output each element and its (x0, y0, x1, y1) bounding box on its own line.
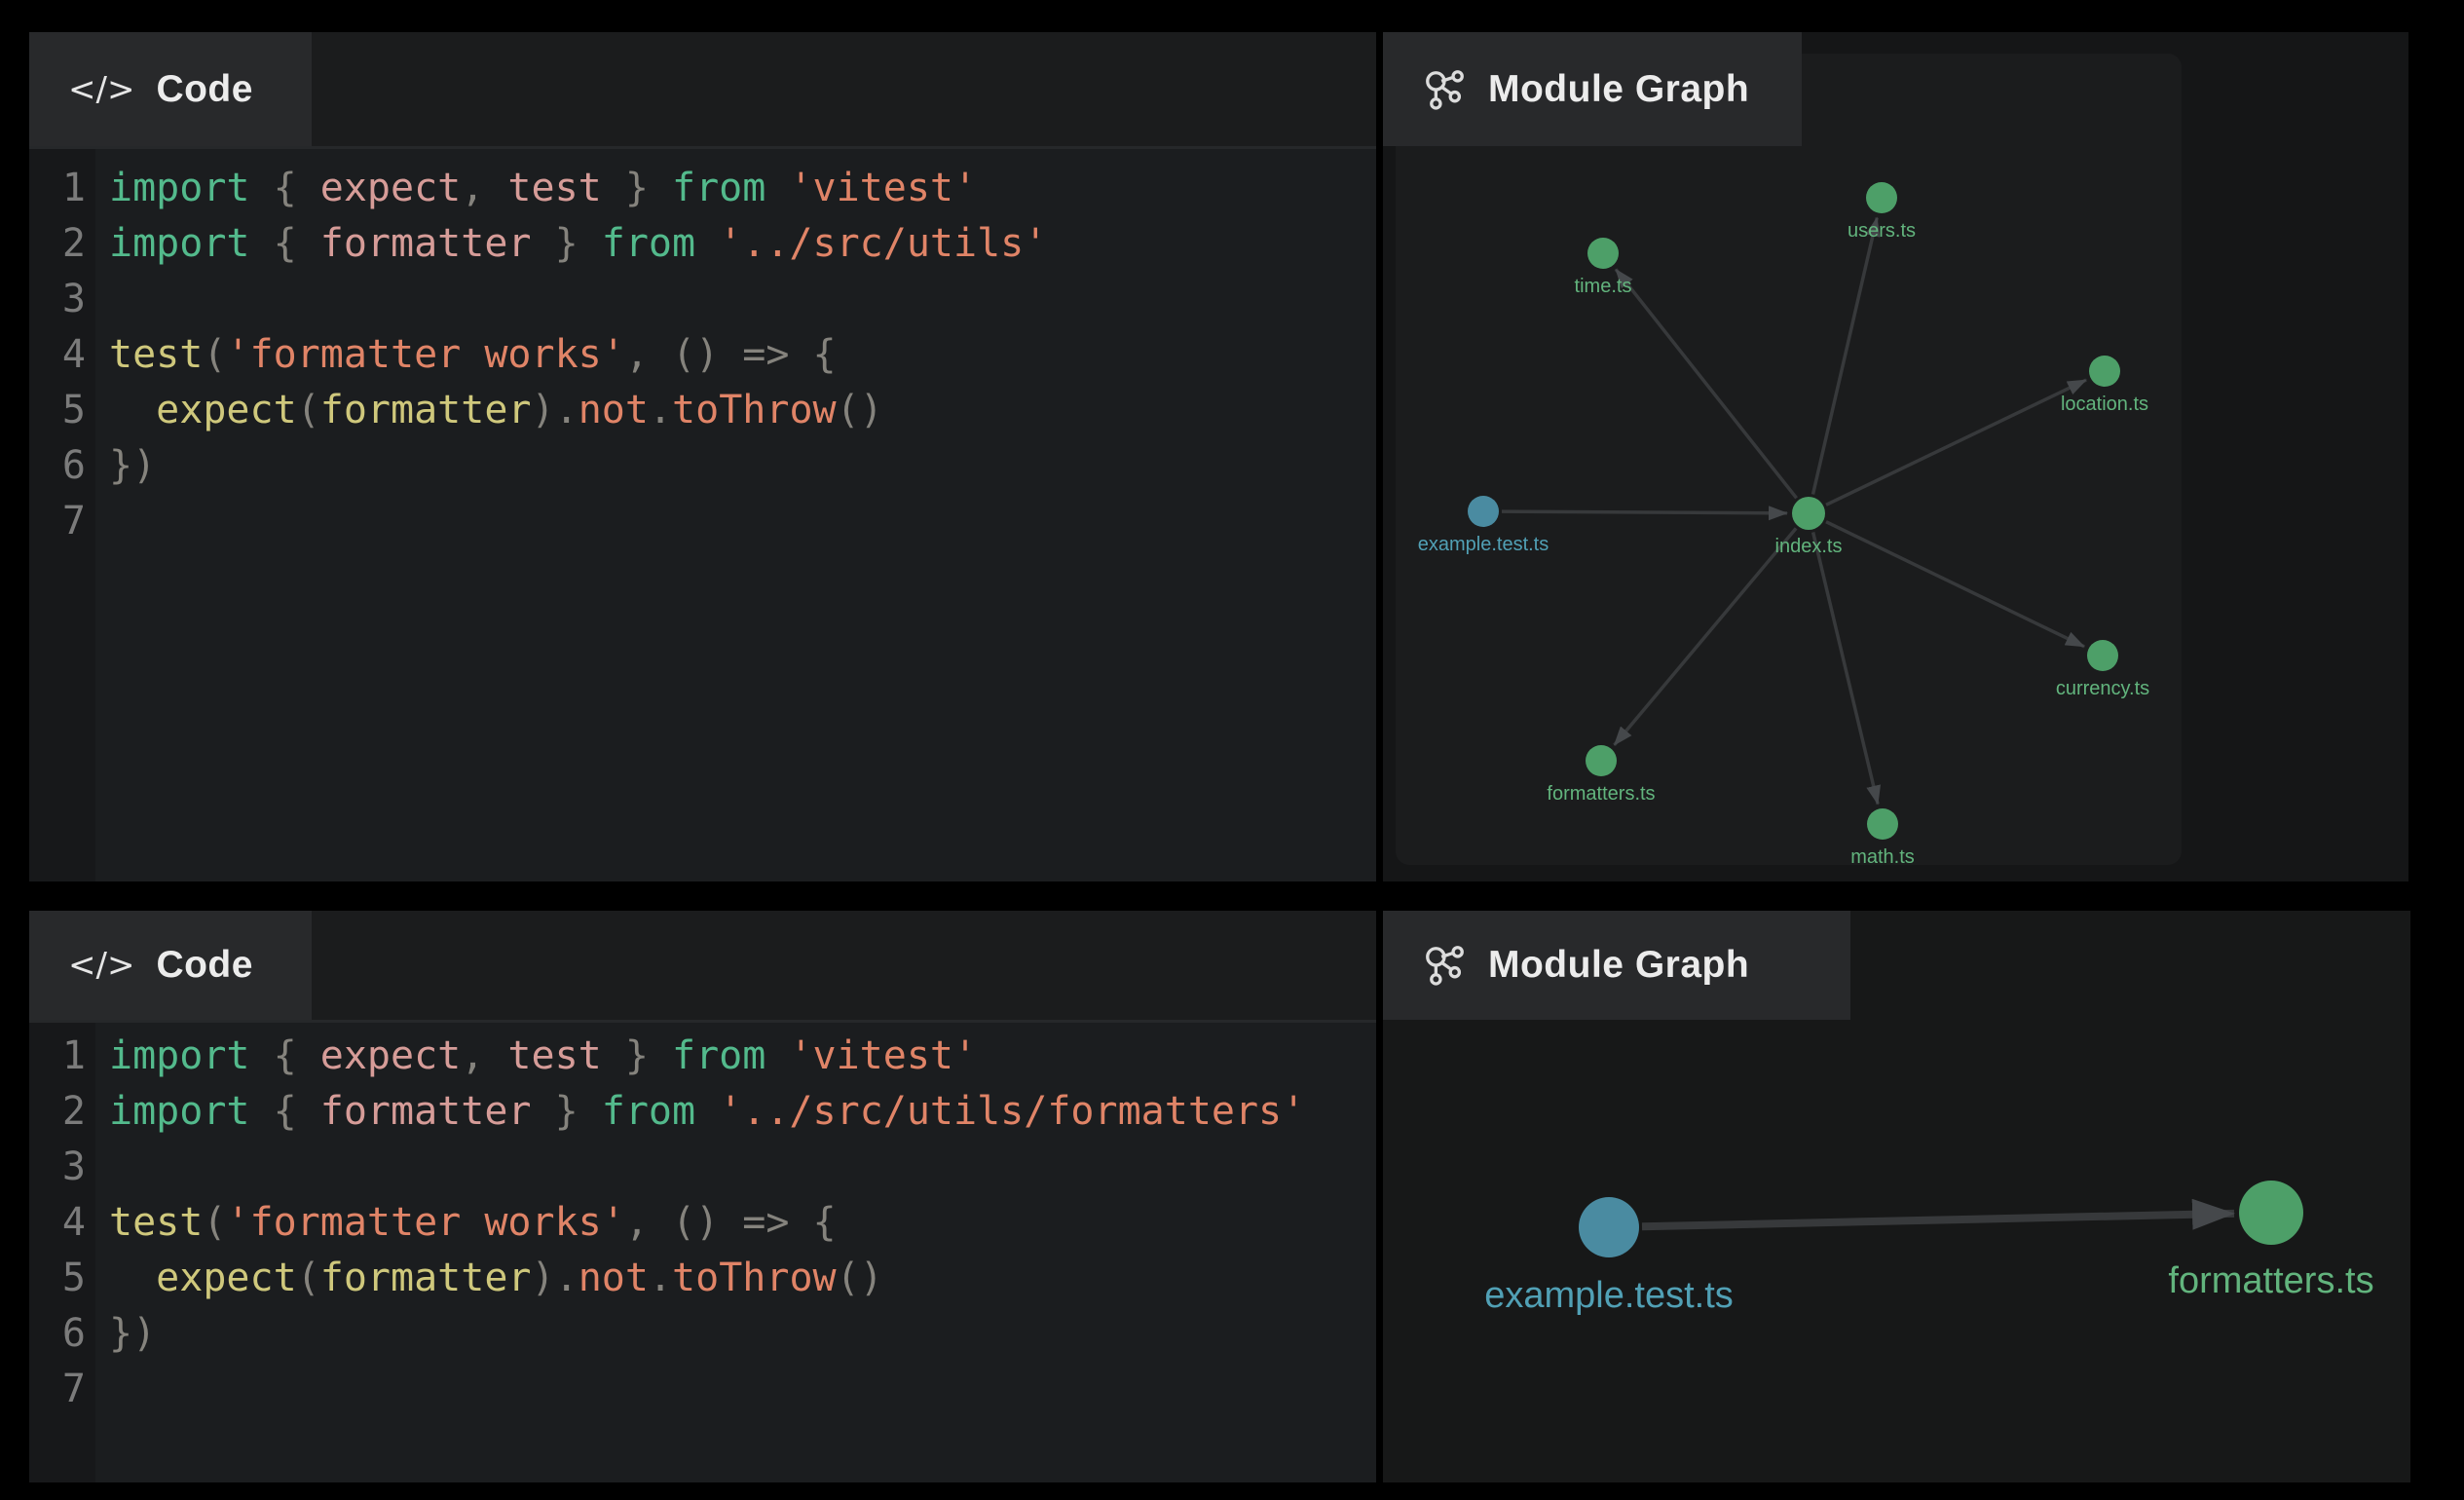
top-code-tab[interactable]: </> Code (29, 32, 312, 146)
line-number: 3 (29, 272, 95, 327)
graph-edge (1642, 1214, 2234, 1226)
code-line: 3 (29, 1140, 1376, 1195)
line-number: 6 (29, 438, 95, 494)
graph-node-index.ts[interactable] (1792, 497, 1825, 530)
graph-node-time.ts[interactable] (1587, 238, 1619, 269)
line-number: 3 (29, 1140, 95, 1195)
graph-node-label: example.test.ts (1484, 1275, 1734, 1316)
bottom-code-tab[interactable]: </> Code (29, 911, 312, 1020)
code-line: 6}) (29, 1306, 1376, 1362)
bottom-code-panel: </> Code 1import { expect, test } from '… (29, 911, 1376, 1482)
line-number: 6 (29, 1306, 95, 1362)
graph-node-label: users.ts (1848, 220, 1916, 242)
graph-node-label: index.ts (1775, 536, 1843, 557)
graph-node-label: formatters.ts (1547, 783, 1655, 805)
graph-node-location.ts[interactable] (2089, 356, 2120, 387)
code-line: 3 (29, 272, 1376, 327)
bottom-code-editor: 1import { expect, test } from 'vitest'2i… (29, 1020, 1376, 1482)
bottom-module-graph: example.test.ts formatters.ts (1383, 911, 2410, 1482)
bottom-code-header: </> Code (29, 911, 1376, 1020)
top-code-tab-label: Code (156, 68, 253, 111)
code-line: 5 expect(formatter).not.toThrow() (29, 383, 1376, 438)
top-code-header: </> Code (29, 32, 1376, 146)
bottom-module-graph-panel: Module Graph example.test.tsformatters.t… (1383, 911, 2410, 1482)
graph-node-math.ts[interactable] (1867, 808, 1898, 840)
graph-edge (1813, 532, 1878, 804)
graph-node-label: formatters.ts (2168, 1260, 2373, 1301)
line-number: 2 (29, 216, 95, 272)
line-number: 1 (29, 161, 95, 216)
graph-node-example.test.ts[interactable] (1579, 1197, 1639, 1257)
top-module-graph: users.ts time.ts location.ts example.test.t… (1383, 32, 2408, 881)
graph-edge (1813, 217, 1878, 494)
line-number: 4 (29, 1195, 95, 1251)
graph-node-formatters.ts[interactable] (2239, 1181, 2303, 1245)
top-module-graph-panel: Module Graph users.tstime.tslocation.tse… (1383, 32, 2408, 881)
graph-node-label: time.ts (1575, 276, 1632, 297)
code-line: 5 expect(formatter).not.toThrow() (29, 1251, 1376, 1306)
graph-node-label: location.ts (2061, 394, 2148, 415)
graph-node-label: example.test.ts (1418, 534, 1549, 555)
code-line: 2import { formatter } from '../src/utils… (29, 1084, 1376, 1140)
line-number: 7 (29, 1362, 95, 1417)
code-line: 1import { expect, test } from 'vitest' (29, 161, 1376, 216)
graph-edge (1826, 522, 2084, 647)
code-line: 7 (29, 494, 1376, 549)
top-code-editor: 1import { expect, test } from 'vitest'2i… (29, 146, 1376, 881)
line-number: 5 (29, 1251, 95, 1306)
graph-edge (1616, 269, 1797, 498)
stage: </> Code 1import { expect, test } from '… (0, 0, 2464, 1500)
code-icon: </> (68, 70, 134, 109)
code-line: 7 (29, 1362, 1376, 1417)
line-number: 5 (29, 383, 95, 438)
line-number: 2 (29, 1084, 95, 1140)
code-line: 4test('formatter works', () => { (29, 1195, 1376, 1251)
code-line: 2import { formatter } from '../src/utils… (29, 216, 1376, 272)
code-line: 6}) (29, 438, 1376, 494)
graph-node-label: math.ts (1850, 846, 1915, 868)
graph-node-users.ts[interactable] (1866, 182, 1897, 213)
graph-edge (1502, 511, 1787, 513)
graph-node-currency.ts[interactable] (2087, 640, 2118, 671)
top-code-panel: </> Code 1import { expect, test } from '… (29, 32, 1376, 881)
code-icon: </> (68, 946, 134, 985)
line-number: 4 (29, 327, 95, 383)
graph-node-example.test.ts[interactable] (1468, 496, 1499, 527)
graph-edge (1826, 380, 2086, 505)
code-line: 4test('formatter works', () => { (29, 327, 1376, 383)
graph-edge (1614, 528, 1796, 745)
line-number: 1 (29, 1029, 95, 1084)
line-number: 7 (29, 494, 95, 549)
bottom-code-tab-label: Code (156, 944, 253, 987)
code-line: 1import { expect, test } from 'vitest' (29, 1029, 1376, 1084)
graph-node-label: currency.ts (2056, 678, 2149, 699)
graph-node-formatters.ts[interactable] (1586, 745, 1617, 776)
